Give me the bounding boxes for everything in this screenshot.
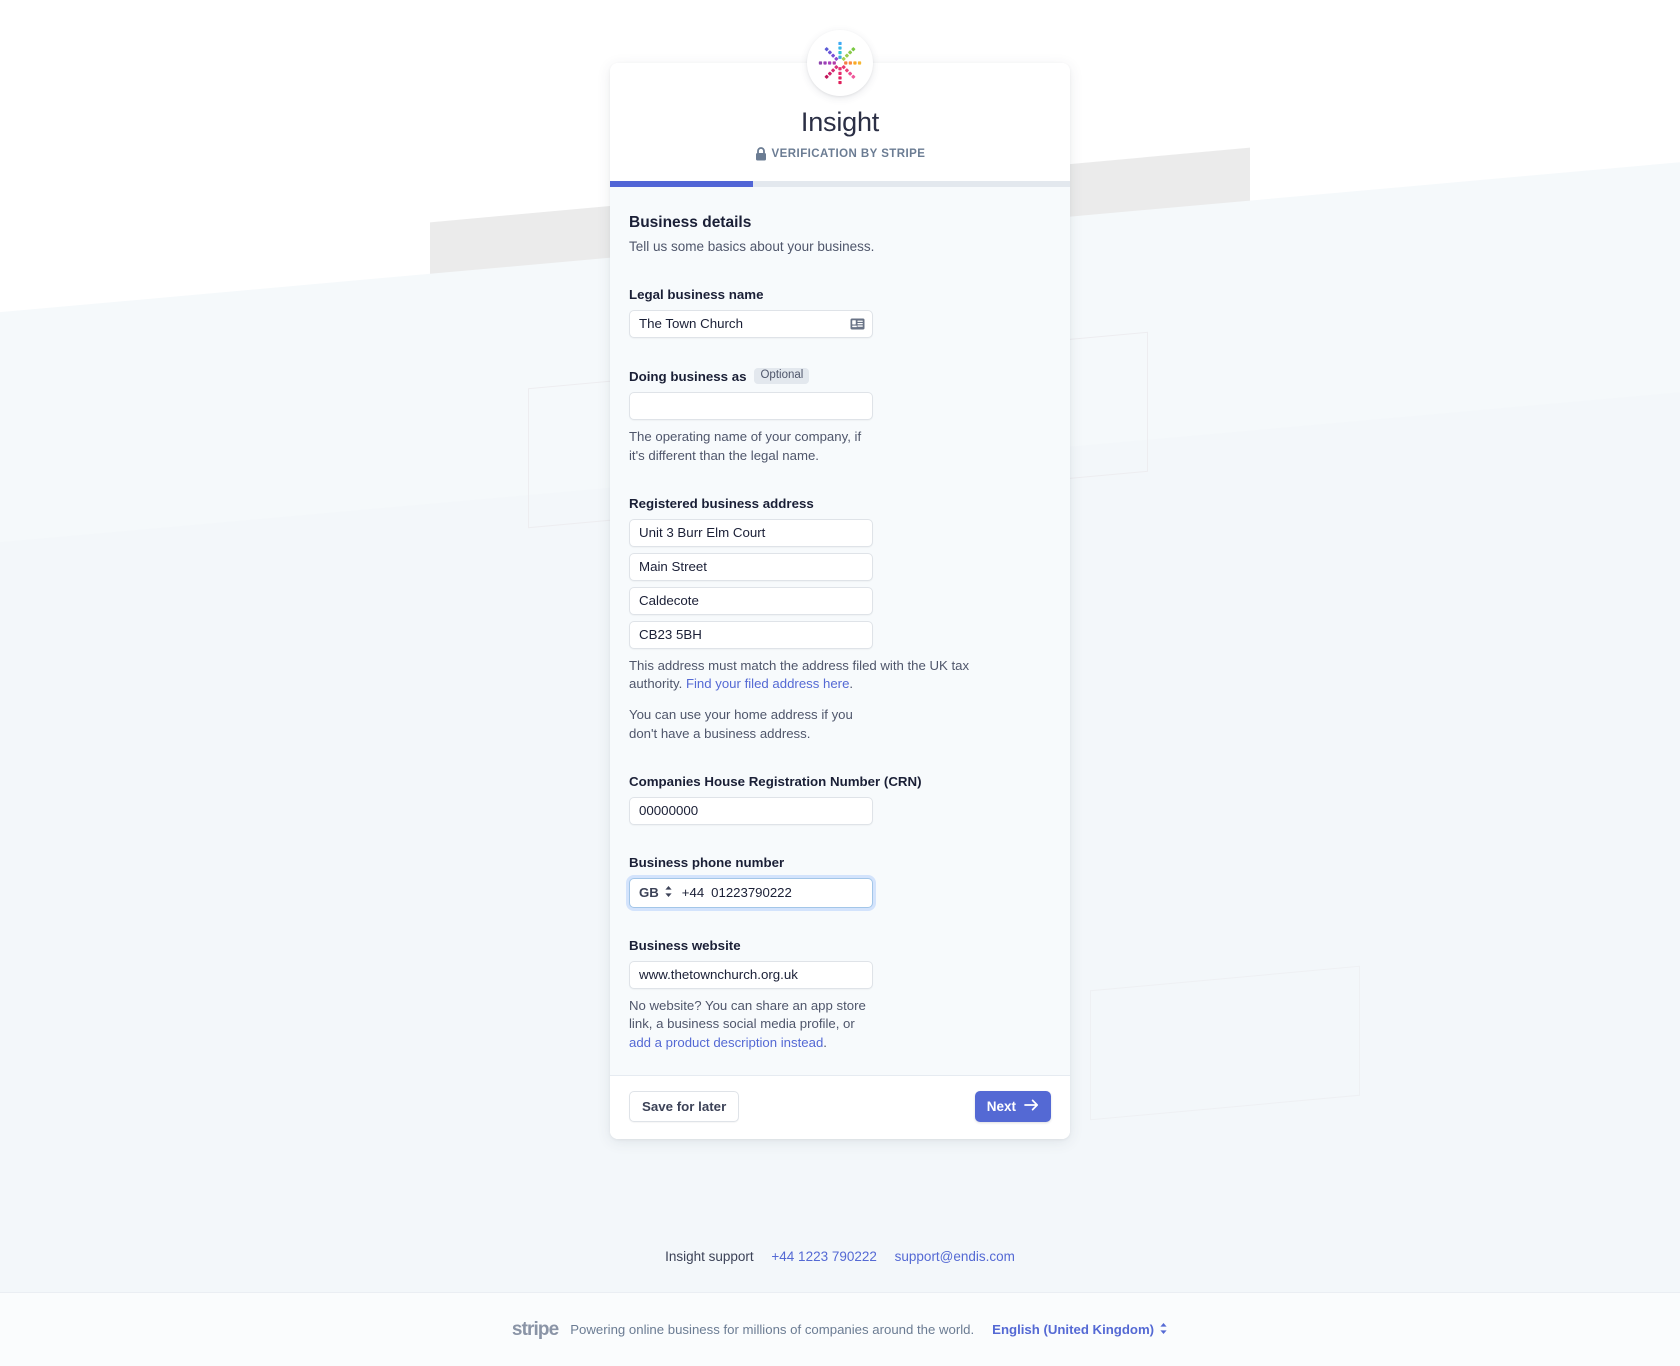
id-card-icon[interactable] <box>850 318 865 330</box>
stripe-footer-bar: stripe Powering online business for mill… <box>0 1292 1680 1366</box>
support-email-link[interactable]: support@endis.com <box>895 1249 1015 1264</box>
address-city-input[interactable] <box>629 586 873 615</box>
field-business-website: Business website No website? You can sha… <box>629 938 1051 1053</box>
business-website-help: No website? You can share an app store l… <box>629 997 869 1053</box>
crn-label: Companies House Registration Number (CRN… <box>629 774 1051 789</box>
support-line: Insight support +44 1223 790222 support@… <box>0 1249 1680 1264</box>
address-postcode-input[interactable] <box>629 620 873 649</box>
chevron-updown-icon <box>1159 1322 1168 1338</box>
page-title: Insight <box>800 107 880 137</box>
optional-badge: Optional <box>754 367 810 385</box>
stripe-tagline: Powering online business for millions of… <box>570 1322 975 1337</box>
address-help-primary: This address must match the address file… <box>629 657 979 694</box>
phone-dial-code: +44 <box>681 885 705 901</box>
address-line1-input[interactable] <box>629 518 873 547</box>
next-button[interactable]: Next <box>974 1090 1051 1122</box>
business-website-input[interactable] <box>629 960 873 989</box>
page-root: Insight VERIFICATION BY STRIPE Business … <box>0 0 1680 1366</box>
support-phone-link[interactable]: +44 1223 790222 <box>771 1249 876 1264</box>
stripe-wordmark: stripe <box>511 1318 559 1340</box>
card-body: Business details Tell us some basics abo… <box>610 187 1070 1075</box>
registered-address-label-text: Registered business address <box>629 495 814 511</box>
business-website-label: Business website <box>629 938 1051 953</box>
business-website-label-text: Business website <box>629 937 741 953</box>
field-business-phone: Business phone number GB +44 <box>629 855 1051 908</box>
legal-business-name-input[interactable] <box>629 309 873 338</box>
next-button-label: Next <box>986 1098 1016 1114</box>
field-crn: Companies House Registration Number (CRN… <box>629 774 1051 825</box>
address-help-suffix: . <box>849 676 854 692</box>
arrow-right-icon <box>1024 1099 1039 1114</box>
language-selector-label: English (United Kingdom) <box>992 1322 1155 1337</box>
doing-business-as-label: Doing business as Optional <box>629 367 1051 385</box>
verification-card: Insight VERIFICATION BY STRIPE Business … <box>610 63 1070 1139</box>
chevron-updown-icon <box>664 885 673 901</box>
legal-business-name-label-text: Legal business name <box>629 286 764 302</box>
address-line2-input[interactable] <box>629 552 873 581</box>
card-footer: Save for later Next <box>610 1074 1070 1139</box>
website-help-suffix: . <box>823 1035 827 1051</box>
section-title: Business details <box>629 214 752 232</box>
add-product-description-link[interactable]: add a product description instead <box>629 1035 823 1050</box>
lock-icon <box>755 147 767 161</box>
crn-label-text: Companies House Registration Number (CRN… <box>629 773 922 789</box>
business-phone-label-text: Business phone number <box>629 854 785 870</box>
registered-address-label: Registered business address <box>629 496 1051 511</box>
phone-country-code: GB <box>639 885 659 901</box>
website-help-prefix: No website? You can share an app store l… <box>629 997 866 1032</box>
doing-business-as-input[interactable] <box>629 392 873 421</box>
field-registered-business-address: Registered business address This address… <box>629 496 1051 744</box>
business-phone-label: Business phone number <box>629 855 1051 870</box>
field-legal-business-name: Legal business name <box>629 287 1051 338</box>
crn-input[interactable] <box>629 796 873 825</box>
verification-badge: VERIFICATION BY STRIPE <box>634 147 1046 161</box>
support-label: Insight support <box>665 1249 754 1264</box>
verification-label: VERIFICATION BY STRIPE <box>771 148 926 161</box>
phone-number-input[interactable] <box>711 885 888 901</box>
doing-business-as-input-wrap <box>629 392 873 421</box>
language-selector[interactable]: English (United Kingdom) <box>992 1322 1168 1338</box>
legal-business-name-input-wrap <box>629 309 873 338</box>
section-subtitle: Tell us some basics about your business. <box>629 239 875 255</box>
business-phone-field[interactable]: GB +44 <box>629 877 888 908</box>
legal-business-name-label: Legal business name <box>629 287 1051 302</box>
find-filed-address-link[interactable]: Find your filed address here <box>686 676 849 691</box>
save-for-later-button[interactable]: Save for later <box>629 1090 740 1122</box>
doing-business-as-label-text: Doing business as <box>629 368 747 384</box>
insight-pinwheel-logo <box>807 30 873 96</box>
doing-business-as-help: The operating name of your company, if i… <box>629 429 862 463</box>
phone-country-selector[interactable]: GB <box>639 885 673 901</box>
field-doing-business-as: Doing business as Optional The operating… <box>629 367 1051 466</box>
address-help-secondary: You can use your home address if you don… <box>629 707 853 741</box>
